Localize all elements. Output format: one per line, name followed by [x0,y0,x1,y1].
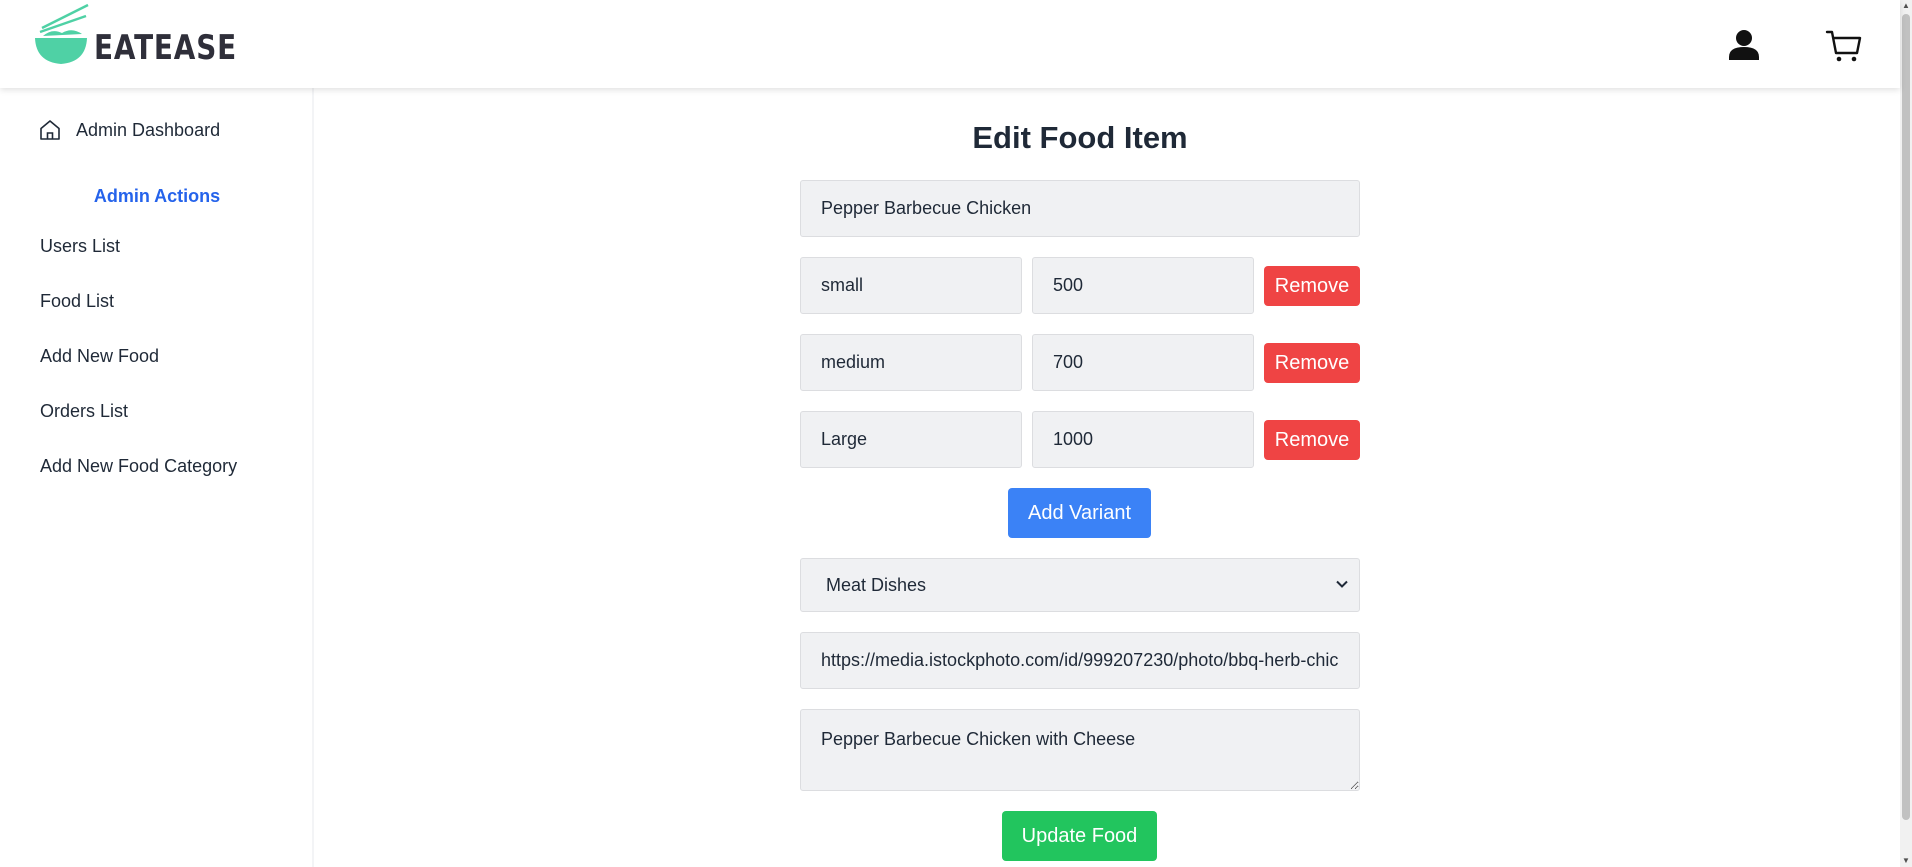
add-variant-button[interactable]: Add Variant [1008,488,1151,538]
sidebar-item-admin-dashboard[interactable]: Admin Dashboard [38,118,220,142]
rice-bowl-icon [35,3,89,64]
variant-price-input[interactable] [1032,411,1254,468]
admin-actions-heading: Admin Actions [93,186,221,206]
sidebar-dashboard-label: Admin Dashboard [76,119,221,140]
variant-size-input[interactable] [800,411,1022,468]
admin-sidebar: Admin Dashboard Admin Actions Users List… [0,88,314,867]
sidebar-item-food-list[interactable]: Food List [40,291,114,312]
update-food-button[interactable]: Update Food [1002,811,1157,861]
remove-variant-button[interactable]: Remove [1264,343,1360,383]
remove-variant-button[interactable]: Remove [1264,266,1360,306]
sidebar-item-users-list[interactable]: Users List [40,236,120,257]
scroll-up-icon[interactable]: ▲ [1900,0,1912,12]
variant-price-input[interactable] [1032,334,1254,391]
category-selected-value: Meat Dishes [826,575,927,595]
page-title: Edit Food Item [972,120,1188,155]
page-scrollbar[interactable]: ▲ ▼ [1900,0,1912,867]
top-header: EATEASE [0,0,1900,88]
sidebar-item-orders-list[interactable]: Orders List [40,401,128,422]
sidebar-item-add-new-food-category[interactable]: Add New Food Category [40,456,237,477]
variant-size-input[interactable] [800,257,1022,314]
sidebar-item-add-new-food[interactable]: Add New Food [40,346,159,367]
scrollbar-thumb[interactable] [1902,14,1910,820]
user-icon[interactable] [1724,26,1764,66]
eatease-logo[interactable]: EATEASE [34,2,236,72]
food-name-input[interactable] [800,180,1360,237]
description-textarea[interactable]: Pepper Barbecue Chicken with Cheese [800,709,1360,791]
image-url-input[interactable] [800,632,1360,689]
brand-name: EATEASE [94,28,237,68]
remove-variant-button[interactable]: Remove [1264,420,1360,460]
chevron-down-icon [1336,580,1348,588]
variant-price-input[interactable] [1032,257,1254,314]
home-icon [40,120,60,140]
variant-size-input[interactable] [800,334,1022,391]
cart-icon[interactable] [1824,26,1864,66]
category-select[interactable]: Meat Dishes [800,558,1360,612]
scroll-down-icon[interactable]: ▼ [1900,855,1912,867]
